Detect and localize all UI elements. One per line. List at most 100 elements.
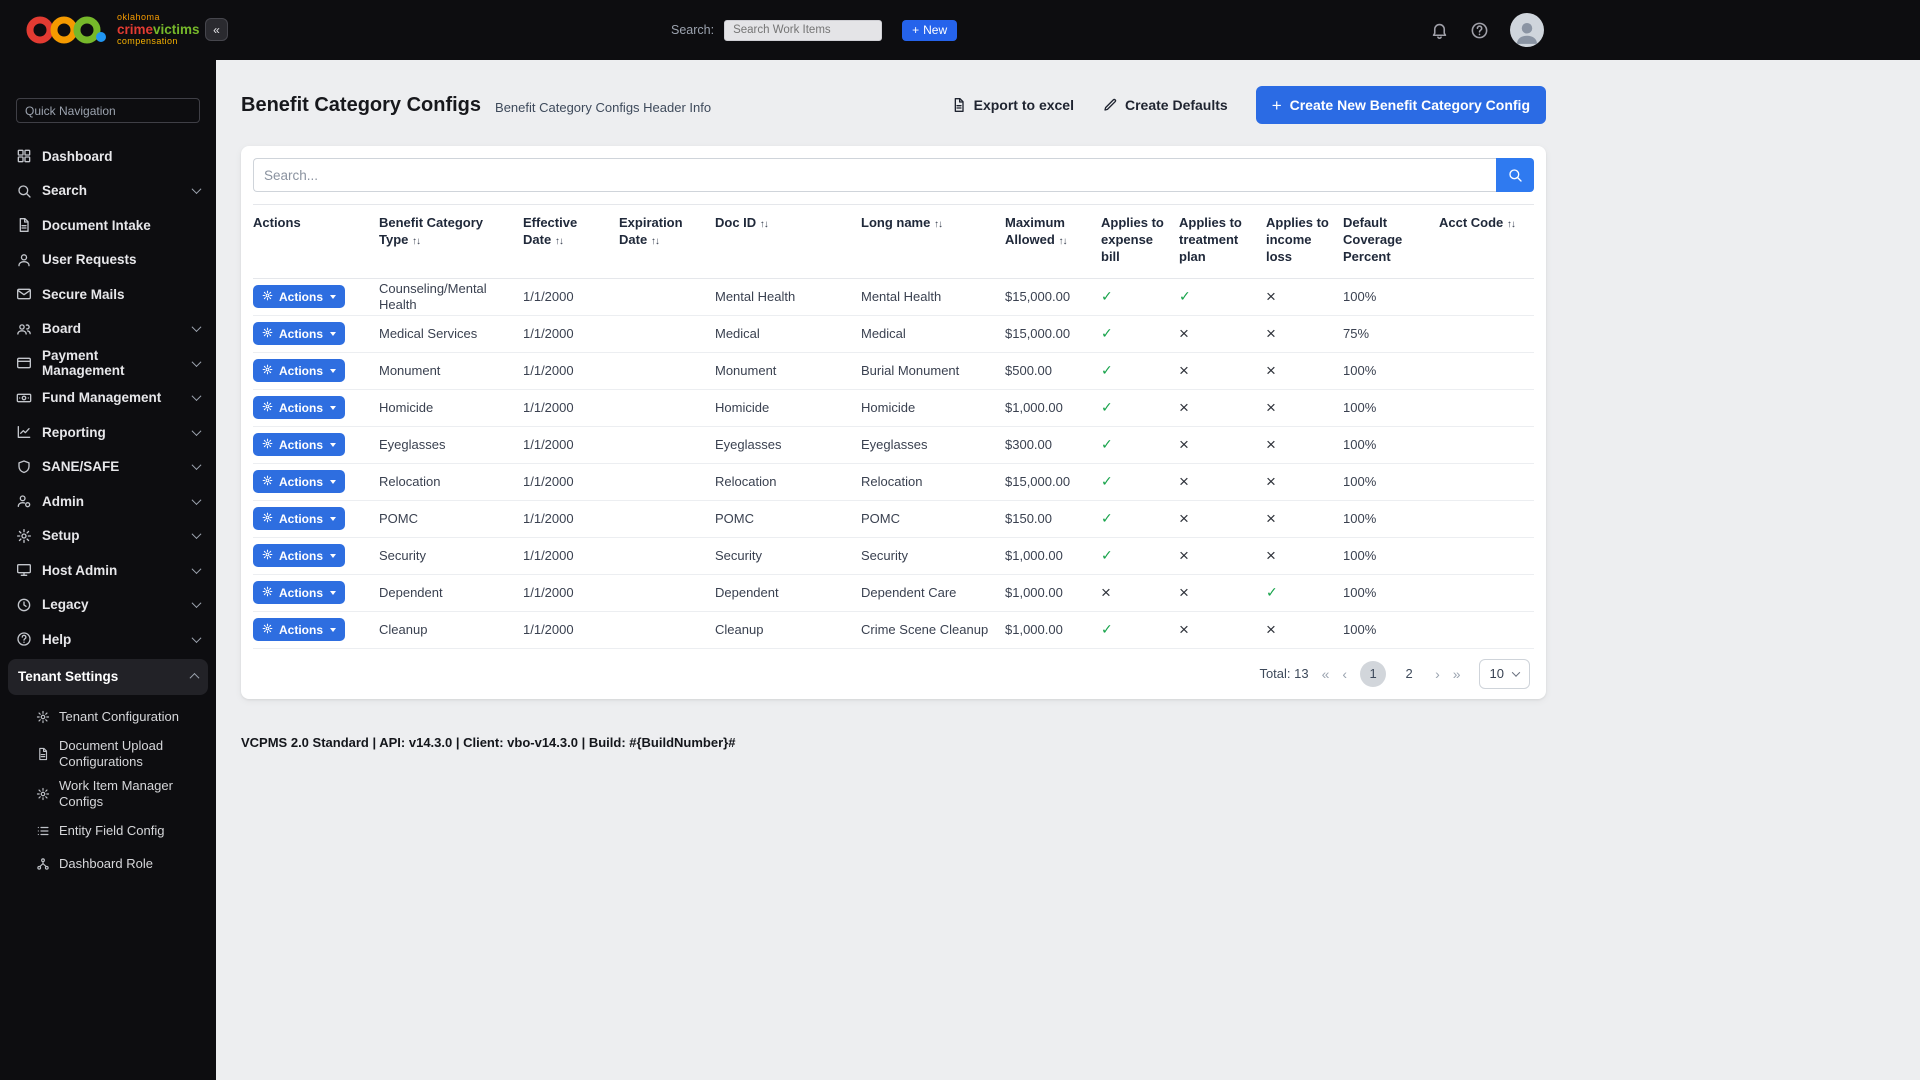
row-actions-button[interactable]: Actions (253, 470, 346, 494)
cell-default-coverage-percent: 100% (1343, 473, 1377, 489)
chevron-down-icon (191, 425, 202, 436)
sidebar-item-sane-safe[interactable]: SANE/SAFE (0, 450, 216, 485)
create-defaults-button[interactable]: Create Defaults (1102, 97, 1228, 113)
row-actions-button[interactable]: Actions (253, 618, 346, 642)
cell-effective-date: 1/1/2000 (523, 547, 574, 563)
cell-benefit-category-type: POMC (379, 510, 418, 526)
sidebar-item-user-requests[interactable]: User Requests (0, 243, 216, 278)
sort-icon[interactable]: ↑↓ (1058, 236, 1067, 247)
cell-applies-expense-bill: × (1101, 584, 1179, 602)
column-header-effective-date[interactable]: Effective Date ↑↓ (523, 215, 619, 249)
export-to-excel-button[interactable]: Export to excel (951, 97, 1074, 113)
column-header-maximum-allowed[interactable]: Maximum Allowed ↑↓ (1005, 215, 1101, 249)
page-size-select[interactable]: 10 (1478, 658, 1530, 689)
sidebar-item-document-intake[interactable]: Document Intake (0, 208, 216, 243)
total-count-label: Total: 13 (1259, 666, 1309, 682)
help-button[interactable] (1470, 21, 1489, 40)
cell-applies-expense-bill: ✓ (1101, 621, 1179, 638)
sidebar-item-admin[interactable]: Admin (0, 484, 216, 519)
page-button-2[interactable]: 2 (1396, 661, 1422, 687)
row-actions-button[interactable]: Actions (253, 544, 346, 568)
plus-icon: + (912, 23, 920, 37)
sidebar-collapse-button[interactable]: « (205, 18, 228, 41)
row-actions-button[interactable]: Actions (253, 322, 346, 346)
sort-icon[interactable]: ↑↓ (934, 219, 943, 230)
sidebar-item-tenant-settings[interactable]: Tenant Settings (8, 658, 208, 695)
row-actions-button[interactable]: Actions (253, 581, 346, 605)
column-header-long-name[interactable]: Long name ↑↓ (861, 215, 1005, 232)
sidebar-item-board[interactable]: Board (0, 312, 216, 347)
cell-applies-income-loss: × (1266, 362, 1343, 380)
entity-field-icon (36, 824, 50, 838)
last-page-button[interactable]: » (1453, 666, 1461, 682)
row-actions-button[interactable]: Actions (253, 396, 346, 420)
previous-page-button[interactable]: ‹ (1342, 666, 1347, 682)
sidebar-item-search[interactable]: Search (0, 174, 216, 209)
quick-navigation-input[interactable] (16, 98, 200, 123)
notifications-button[interactable] (1430, 21, 1449, 40)
sidebar-item-dashboard[interactable]: Dashboard (0, 139, 216, 174)
row-actions-button[interactable]: Actions (253, 285, 346, 309)
cell-effective-date: 1/1/2000 (523, 288, 574, 304)
sort-icon[interactable]: ↑↓ (651, 236, 660, 247)
sidebar-subitem-entity-field-config[interactable]: Entity Field Config (0, 815, 216, 848)
column-header-doc-id[interactable]: Doc ID ↑↓ (715, 215, 861, 232)
sidebar-subitem-dashboard-role[interactable]: Dashboard Role (0, 848, 216, 881)
new-button[interactable]: + New (902, 19, 958, 41)
sidebar-subitem-tenant-configuration[interactable]: Tenant Configuration (0, 701, 216, 734)
cell-long-name: Medical (861, 325, 906, 341)
cell-applies-treatment-plan: ✓ (1179, 288, 1266, 305)
sort-icon[interactable]: ↑↓ (1507, 219, 1516, 230)
sidebar-item-reporting[interactable]: Reporting (0, 415, 216, 450)
sidebar-item-host-admin[interactable]: Host Admin (0, 553, 216, 588)
table-search-button[interactable] (1496, 158, 1534, 192)
sidebar-item-setup[interactable]: Setup (0, 519, 216, 554)
app-window: oklahoma crimevictims compensation « Sea… (0, 0, 1920, 1080)
cell-long-name: Mental Health (861, 288, 942, 304)
work-items-search-input[interactable] (724, 19, 883, 41)
cell-applies-expense-bill: ✓ (1101, 325, 1179, 342)
column-header-acct-code[interactable]: Acct Code ↑↓ (1439, 215, 1534, 232)
sidebar-subitem-document-upload-configurations[interactable]: Document Upload Configurations (0, 734, 216, 775)
table-body: Actions Counseling/Mental Health 1/1/2000 M… (253, 279, 1534, 649)
first-page-button[interactable]: « (1322, 666, 1330, 682)
sidebar-item-payment-management[interactable]: Payment Management (0, 346, 216, 381)
x-icon: × (1179, 471, 1189, 491)
sidebar-item-fund-management[interactable]: Fund Management (0, 381, 216, 416)
create-new-benefit-category-config-button[interactable]: + Create New Benefit Category Config (1255, 86, 1546, 124)
sidebar-item-help[interactable]: Help (0, 622, 216, 657)
table-search-input[interactable] (253, 158, 1496, 192)
next-page-button[interactable]: › (1435, 666, 1440, 682)
mail-icon (16, 286, 32, 302)
row-actions-button[interactable]: Actions (253, 359, 346, 383)
x-icon: × (1179, 619, 1189, 639)
cell-effective-date: 1/1/2000 (523, 473, 574, 489)
user-avatar[interactable] (1510, 13, 1544, 47)
sidebar-item-label: Search (42, 183, 88, 199)
x-icon: × (1266, 619, 1276, 639)
page-number-group: 12 (1360, 660, 1422, 687)
sidebar-item-label: User Requests (42, 252, 137, 268)
sidebar-subitem-label: Dashboard Role (59, 855, 153, 871)
check-icon: ✓ (1266, 584, 1278, 601)
sort-icon[interactable]: ↑↓ (555, 236, 564, 247)
search-icon (16, 183, 32, 199)
sort-icon[interactable]: ↑↓ (412, 236, 421, 247)
column-header-expiration-date[interactable]: Expiration Date ↑↓ (619, 215, 715, 249)
sort-icon[interactable]: ↑↓ (760, 219, 769, 230)
column-header-benefit-category-type[interactable]: Benefit Category Type ↑↓ (379, 215, 523, 249)
row-actions-button[interactable]: Actions (253, 507, 346, 531)
sidebar-subitem-label: Document Upload Configurations (59, 737, 164, 769)
page-button-1[interactable]: 1 (1360, 660, 1387, 687)
sidebar-item-legacy[interactable]: Legacy (0, 588, 216, 623)
sidebar-item-label: Admin (42, 493, 84, 509)
caret-down-icon (330, 368, 337, 373)
legacy-icon (16, 597, 32, 613)
x-icon: × (1179, 434, 1189, 454)
sidebar-subitem-work-item-manager-configs[interactable]: Work Item Manager Configs (0, 774, 216, 815)
row-actions-button[interactable]: Actions (253, 433, 346, 457)
bell-icon (1430, 21, 1449, 40)
sidebar-item-secure-mails[interactable]: Secure Mails (0, 277, 216, 312)
cell-effective-date: 1/1/2000 (523, 621, 574, 637)
caret-down-icon (330, 331, 337, 336)
